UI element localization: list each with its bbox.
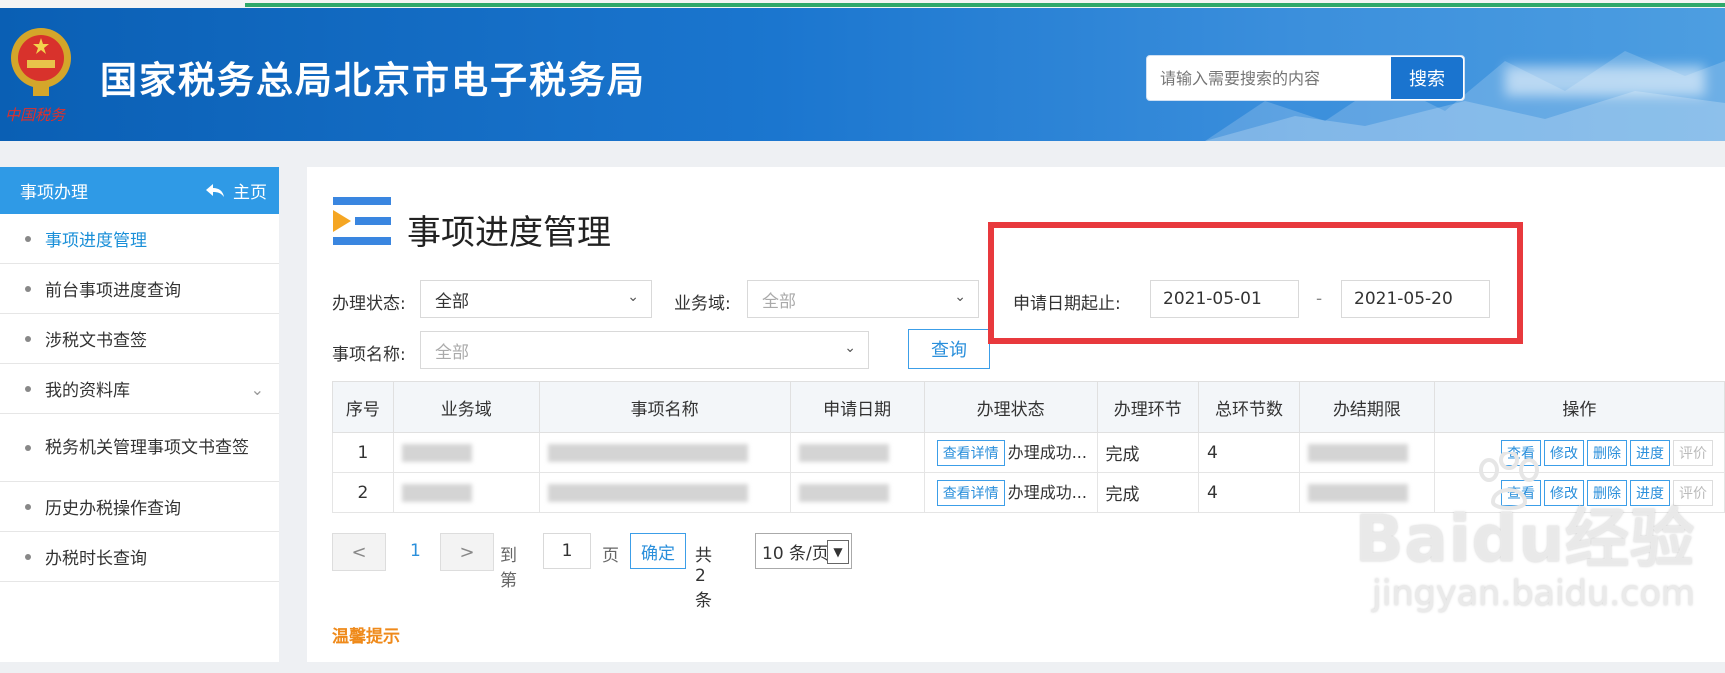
- sidebar-item-history[interactable]: 历史办税操作查询: [0, 482, 279, 532]
- domain-label: 业务域:: [674, 294, 731, 314]
- date-cell-blurred: [789, 432, 925, 473]
- domain-select[interactable]: 全部 ⌄: [747, 280, 979, 318]
- sidebar-item-label: 办税时长查询: [45, 549, 147, 569]
- prev-page-button[interactable]: <: [332, 533, 386, 571]
- sidebar-item-my-library[interactable]: 我的资料库 ⌄: [0, 364, 279, 414]
- page-size-value: 10 条/页: [762, 543, 829, 564]
- sidebar-item-label: 税务机关管理事项文书查签: [45, 437, 249, 458]
- current-page[interactable]: 1: [410, 541, 421, 561]
- column-header: 申请日期: [789, 381, 925, 433]
- national-emblem-icon: [11, 28, 71, 96]
- item-name-label: 事项名称:: [332, 345, 406, 365]
- edit-button[interactable]: 修改: [1544, 439, 1584, 466]
- total-steps-cell: 4: [1197, 472, 1301, 513]
- sidebar-item-label: 历史办税操作查询: [45, 499, 181, 519]
- top-strip: [0, 0, 1725, 8]
- view-detail-button[interactable]: 查看详情: [936, 440, 1005, 466]
- goto-label: 到第: [500, 546, 517, 591]
- sidebar-item-label: 事项进度管理: [45, 231, 147, 251]
- confirm-page-button[interactable]: 确定: [630, 533, 686, 569]
- date-cell-blurred: [789, 472, 925, 513]
- status-text: 办理成功...: [1007, 483, 1087, 502]
- baidu-watermark: Baidu经验 jingyan.baidu.com: [1355, 452, 1695, 614]
- sidebar-item-tax-documents[interactable]: 涉税文书查签: [0, 314, 279, 364]
- total-count: 共 2 条: [695, 546, 712, 611]
- domain-select-placeholder: 全部: [762, 291, 796, 312]
- status-text: 办理成功...: [1007, 443, 1087, 462]
- column-header: 办理环节: [1096, 381, 1199, 433]
- view-detail-button[interactable]: 查看详情: [936, 480, 1005, 506]
- column-header: 序号: [332, 381, 394, 433]
- status-select-value: 全部: [435, 291, 469, 312]
- column-header: 操作: [1433, 381, 1725, 433]
- status-cell: 查看详情 办理成功...: [923, 472, 1098, 513]
- column-header: 办结期限: [1299, 381, 1435, 433]
- chevron-down-icon: ▼: [827, 540, 849, 564]
- column-header: 业务域: [392, 381, 540, 433]
- sidebar-item-progress-management[interactable]: 事项进度管理: [0, 214, 279, 264]
- sidebar-item-front-desk-progress[interactable]: 前台事项进度查询: [0, 264, 279, 314]
- status-label: 办理状态:: [332, 294, 406, 314]
- column-header: 总环节数: [1197, 381, 1301, 433]
- table-header-row: 序号 业务域 事项名称 申请日期 办理状态 办理环节 总环节数 办结期限 操作: [332, 381, 1725, 433]
- item-name-select[interactable]: 全部 ⌄: [420, 331, 869, 369]
- stage-cell: 完成: [1096, 432, 1199, 473]
- column-header: 办理状态: [923, 381, 1098, 433]
- item-name-placeholder: 全部: [435, 342, 469, 363]
- chevron-down-icon: ⌄: [627, 289, 639, 305]
- page-unit: 页: [602, 546, 619, 566]
- status-cell: 查看详情 办理成功...: [923, 432, 1098, 473]
- home-label: 主页: [233, 183, 267, 203]
- chevron-down-icon: ⌄: [954, 289, 966, 305]
- status-select[interactable]: 全部 ⌄: [420, 280, 652, 318]
- item-name-cell-blurred: [538, 432, 791, 473]
- sidebar: 事项办理 主页 事项进度管理 前台事项进度查询 涉税文书查签 我的资料库 ⌄ 税务…: [0, 167, 279, 662]
- rate-button[interactable]: 评价: [1673, 439, 1713, 466]
- chevron-down-icon: ⌄: [844, 340, 856, 356]
- page-size-select[interactable]: 10 条/页 ▼: [755, 533, 852, 569]
- page-title: 事项进度管理: [407, 213, 611, 253]
- sidebar-item-label: 前台事项进度查询: [45, 281, 181, 301]
- search-box: 搜索: [1146, 55, 1465, 101]
- sidebar-title: 事项办理: [20, 183, 88, 203]
- row-number: 1: [332, 432, 394, 473]
- total-steps-cell: 4: [1197, 432, 1301, 473]
- sidebar-item-label: 涉税文书查签: [45, 331, 147, 351]
- progress-button[interactable]: 进度: [1630, 439, 1670, 466]
- highlight-box: [988, 222, 1523, 344]
- next-page-button[interactable]: >: [440, 533, 494, 571]
- row-number: 2: [332, 472, 394, 513]
- chevron-down-icon: ⌄: [250, 379, 264, 399]
- paw-icon: [1479, 452, 1539, 510]
- sidebar-header: 事项办理 主页: [0, 167, 279, 214]
- sidebar-item-label: 我的资料库: [45, 381, 130, 401]
- goto-page-input[interactable]: 1: [543, 533, 591, 569]
- home-link[interactable]: 主页: [205, 178, 267, 203]
- stage-cell: 完成: [1096, 472, 1199, 513]
- query-button[interactable]: 查询: [908, 329, 990, 369]
- item-name-cell-blurred: [538, 472, 791, 513]
- sidebar-item-authority-documents[interactable]: 税务机关管理事项文书查签: [0, 414, 279, 482]
- search-button[interactable]: 搜索: [1391, 57, 1463, 99]
- loading-bar: [245, 3, 1725, 7]
- column-header: 事项名称: [538, 381, 791, 433]
- list-icon: [333, 197, 391, 245]
- back-arrow-icon: [206, 183, 224, 197]
- user-info-blurred[interactable]: [1505, 66, 1705, 96]
- search-input[interactable]: [1148, 57, 1376, 99]
- deadline-cell-blurred: [1299, 432, 1435, 473]
- domain-cell-blurred: [392, 472, 540, 513]
- delete-button[interactable]: 删除: [1587, 439, 1627, 466]
- emblem-caption: 中国税务: [5, 106, 66, 124]
- watermark-url: jingyan.baidu.com: [1372, 574, 1695, 614]
- site-header: 中国税务 国家税务总局北京市电子税务局 搜索: [0, 8, 1725, 141]
- domain-cell-blurred: [392, 432, 540, 473]
- sidebar-item-duration[interactable]: 办税时长查询: [0, 532, 279, 582]
- tips-heading: 温馨提示: [332, 627, 400, 647]
- site-title: 国家税务总局北京市电子税务局: [100, 59, 646, 102]
